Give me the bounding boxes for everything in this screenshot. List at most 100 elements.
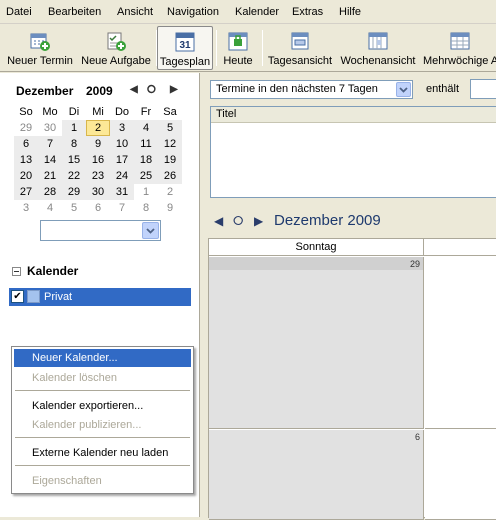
weekday-label: Mi xyxy=(92,106,104,118)
mini-calendar-day[interactable]: 24 xyxy=(110,168,134,184)
month-day-cell[interactable]: 6 xyxy=(209,430,424,520)
mini-calendar-day[interactable]: 29 xyxy=(62,184,86,200)
menu-navigation[interactable]: Navigation xyxy=(167,6,219,18)
new-task-button[interactable]: Neue Aufgabe xyxy=(78,26,154,70)
calendar-item-privat[interactable]: ✔ Privat xyxy=(9,288,191,306)
mini-calendar-day[interactable]: 7 xyxy=(110,200,134,216)
mini-calendar-day[interactable]: 28 xyxy=(38,184,62,200)
menu-extras[interactable]: Extras xyxy=(292,6,323,18)
right-pane: Termine in den nächsten 7 Tagen enthält … xyxy=(206,73,496,520)
collapse-icon[interactable] xyxy=(12,267,21,276)
day-number: 29 xyxy=(409,259,420,269)
event-filter-value: Termine in den nächsten 7 Tagen xyxy=(216,83,378,95)
mini-calendar-day[interactable]: 1 xyxy=(134,184,158,200)
mini-calendar-day[interactable]: 8 xyxy=(62,136,86,152)
mini-calendar-day[interactable]: 3 xyxy=(14,200,38,216)
event-filter-select[interactable]: Termine in den nächsten 7 Tagen xyxy=(210,80,413,99)
multiweek-view-button[interactable]: Mehrwöchige A xyxy=(420,26,496,70)
new-task-label: Neue Aufgabe xyxy=(81,55,151,67)
new-task-icon xyxy=(107,32,126,51)
today-circle-icon[interactable]: ⭘ xyxy=(233,213,243,229)
mini-calendar-day[interactable]: 14 xyxy=(38,152,62,168)
mini-calendar-day[interactable]: 25 xyxy=(134,168,158,184)
menu-separator xyxy=(15,390,190,391)
mini-calendar-day[interactable]: 20 xyxy=(14,168,38,184)
pane-splitter[interactable] xyxy=(199,73,206,517)
mini-calendar-day[interactable]: 26 xyxy=(158,168,182,184)
mini-calendar-day[interactable]: 5 xyxy=(158,120,182,136)
menu-separator xyxy=(15,437,190,438)
today-button[interactable]: Heute xyxy=(220,26,256,70)
mini-calendar-day[interactable]: 30 xyxy=(38,120,62,136)
menu-item-export-calendar[interactable]: Kalender exportieren... xyxy=(14,397,191,415)
mini-calendar-day[interactable]: 13 xyxy=(14,152,38,168)
checkbox-checked-icon[interactable]: ✔ xyxy=(11,290,24,303)
mini-calendar-day[interactable]: 17 xyxy=(110,152,134,168)
mini-calendar-day[interactable]: 18 xyxy=(134,152,158,168)
mini-calendar-day[interactable]: 6 xyxy=(14,136,38,152)
month-day-cell[interactable]: 29 xyxy=(209,257,424,429)
mini-calendar-day[interactable]: 21 xyxy=(38,168,62,184)
today-icon xyxy=(228,32,248,51)
mini-calendar-day[interactable]: 2 xyxy=(86,120,110,136)
mini-calendar-day[interactable]: 22 xyxy=(62,168,86,184)
menu-datei[interactable]: Datei xyxy=(6,6,32,18)
day-view-button[interactable]: Tagesansicht xyxy=(266,26,334,70)
menu-kalender[interactable]: Kalender xyxy=(235,6,279,18)
next-month-icon[interactable]: ▶ xyxy=(170,84,178,95)
menu-bearbeiten[interactable]: Bearbeiten xyxy=(48,6,101,18)
column-header-title[interactable]: Titel xyxy=(211,107,496,123)
prev-month-icon[interactable]: ◀ xyxy=(214,214,223,228)
next-month-icon[interactable]: ▶ xyxy=(254,214,263,228)
mini-calendar-day[interactable]: 27 xyxy=(14,184,38,200)
chevron-down-icon[interactable] xyxy=(142,222,159,239)
mini-calendar-day[interactable]: 9 xyxy=(86,136,110,152)
mini-calendar-month[interactable]: Dezember xyxy=(16,84,73,98)
calendar-section-header[interactable]: Kalender xyxy=(12,264,78,278)
mini-calendar-day[interactable]: 11 xyxy=(134,136,158,152)
prev-month-icon[interactable]: ◀ xyxy=(130,84,138,95)
mini-calendar-day[interactable]: 9 xyxy=(158,200,182,216)
mini-calendar-day[interactable]: 6 xyxy=(86,200,110,216)
new-event-icon xyxy=(30,33,50,51)
mini-calendar-day[interactable]: 4 xyxy=(134,120,158,136)
menu-item-new-calendar[interactable]: Neuer Kalender... xyxy=(14,349,191,367)
mini-calendar-day[interactable]: 19 xyxy=(158,152,182,168)
new-event-button[interactable]: Neuer Termin xyxy=(4,26,76,70)
month-day-cell[interactable] xyxy=(425,257,496,429)
menu-ansicht[interactable]: Ansicht xyxy=(117,6,153,18)
mini-calendar-day[interactable]: 15 xyxy=(62,152,86,168)
mini-calendar-day[interactable]: 3 xyxy=(110,120,134,136)
mini-calendar-day[interactable]: 12 xyxy=(158,136,182,152)
weekday-header-sunday: Sonntag xyxy=(209,239,424,256)
mini-calendar-year[interactable]: 2009 xyxy=(86,84,113,98)
mini-calendar-day[interactable]: 4 xyxy=(38,200,62,216)
mini-calendar-day[interactable]: 8 xyxy=(134,200,158,216)
mini-calendar-day[interactable]: 31 xyxy=(110,184,134,200)
month-day-cell[interactable] xyxy=(425,430,496,520)
weekday-label: Do xyxy=(114,106,130,118)
day-plan-button[interactable]: 31 Tagesplan xyxy=(157,26,213,70)
day-plan-label: Tagesplan xyxy=(159,56,211,68)
calendar-select[interactable] xyxy=(40,220,161,241)
mini-calendar-day[interactable]: 2 xyxy=(158,184,182,200)
mini-calendar-day[interactable]: 29 xyxy=(14,120,38,136)
new-event-label: Neuer Termin xyxy=(7,55,73,67)
day-view-label: Tagesansicht xyxy=(267,55,333,67)
mini-calendar-day[interactable]: 7 xyxy=(38,136,62,152)
chevron-down-icon[interactable] xyxy=(396,82,411,97)
event-list[interactable]: Titel xyxy=(210,106,496,198)
mini-calendar-day[interactable]: 1 xyxy=(62,120,86,136)
week-view-button[interactable]: Wochenansicht xyxy=(338,26,418,70)
mini-calendar-day[interactable]: 23 xyxy=(86,168,110,184)
mini-calendar-day[interactable]: 16 xyxy=(86,152,110,168)
event-search-input[interactable] xyxy=(470,79,496,99)
mini-calendar: Dezember 2009 ◀ ⭘ ▶ So Mo Di Mi Do Fr Sa 29 30 1 2… xyxy=(14,82,186,214)
menu-hilfe[interactable]: Hilfe xyxy=(339,6,361,18)
mini-calendar-day[interactable]: 10 xyxy=(110,136,134,152)
menu-item-reload-remote[interactable]: Externe Kalender neu laden xyxy=(14,444,191,462)
today-circle-icon[interactable]: ⭘ xyxy=(147,84,156,97)
mini-calendar-day[interactable]: 30 xyxy=(86,184,110,200)
mini-calendar-day[interactable]: 5 xyxy=(62,200,86,216)
menu-bar: Datei Bearbeiten Ansicht Navigation Kale… xyxy=(0,0,496,24)
